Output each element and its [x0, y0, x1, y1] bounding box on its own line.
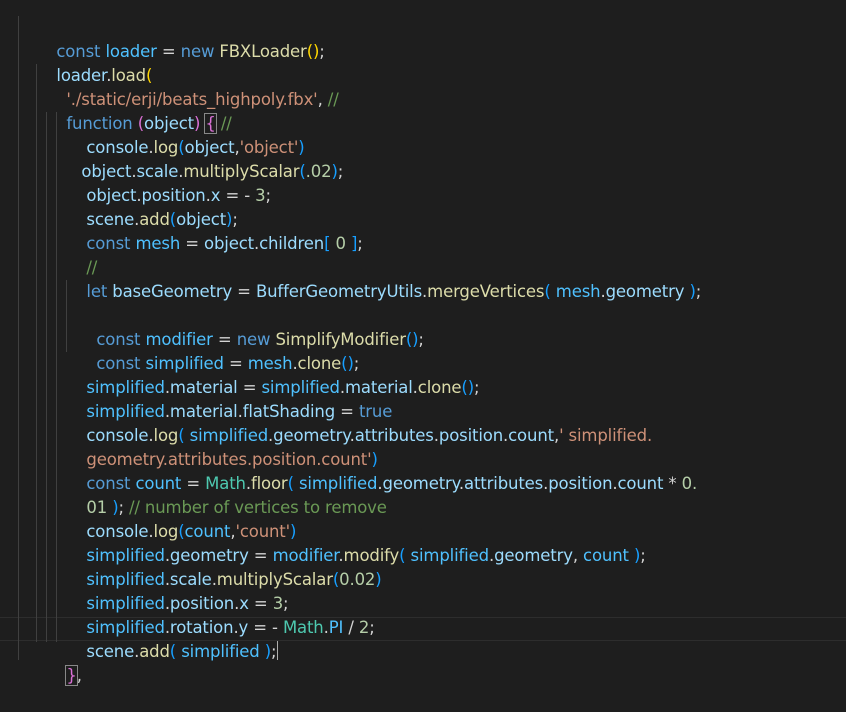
code-line-23[interactable]: simplified.rotation.y = - Math.PI / 2;	[66, 592, 374, 637]
code-line-21[interactable]: simplified.scale.multiplyScalar(0.02)	[66, 544, 381, 589]
code-line-18-wrap[interactable]: 01 ); // number of vertices to remove	[66, 472, 387, 517]
code-line-4[interactable]: function (object) { //	[46, 88, 232, 134]
code-line-14[interactable]: const simplified = mesh.clone();	[76, 328, 359, 373]
code-line-9[interactable]: const mesh = object.children[ 0 ];	[66, 208, 362, 253]
code-line-15[interactable]: simplified.material = simplified.materia…	[66, 352, 479, 397]
code-line-11[interactable]: let baseGeometry = BufferGeometryUtils.m…	[66, 256, 701, 301]
code-line-1[interactable]: const loader = new FBXLoader();	[36, 16, 324, 61]
text-cursor	[277, 641, 279, 660]
indent-guide	[46, 112, 47, 642]
code-line-2[interactable]: loader.load(	[36, 40, 152, 85]
code-line-16[interactable]: simplified.material.flatShading = true	[66, 376, 392, 421]
indent-guide	[36, 64, 37, 642]
code-line-3[interactable]: './static/erji/beats_highpoly.fbx', //	[46, 64, 338, 109]
code-editor[interactable]: const loader = new FBXLoader(); loader.l…	[0, 0, 846, 686]
code-line-24[interactable]: scene.add( simplified );	[66, 616, 279, 661]
indent-guide	[56, 112, 57, 642]
code-line-10[interactable]: //	[66, 232, 97, 277]
code-line-22[interactable]: simplified.position.x = 3;	[66, 568, 288, 613]
code-line-7[interactable]: object.position.x = - 3;	[66, 160, 271, 205]
code-line-17[interactable]: console.log( simplified.geometry.attribu…	[66, 400, 652, 445]
code-line-6[interactable]: object.scale.multiplyScalar(.02);	[61, 136, 343, 181]
code-line-8[interactable]: scene.add(object);	[66, 184, 238, 229]
code-line-18[interactable]: const count = Math.floor( simplified.geo…	[66, 448, 697, 493]
code-line-20[interactable]: simplified.geometry = modifier.modify( s…	[66, 520, 645, 565]
indent-guide	[18, 16, 19, 660]
code-line-19[interactable]: console.log(count,'count')	[66, 496, 296, 541]
code-line-13[interactable]: const modifier = new SimplifyModifier();	[76, 304, 424, 349]
code-line-17-wrap[interactable]: geometry.attributes.position.count')	[66, 424, 378, 469]
code-line-25[interactable]: },	[46, 640, 82, 686]
code-line-5[interactable]: console.log(object,'object')	[66, 112, 304, 157]
